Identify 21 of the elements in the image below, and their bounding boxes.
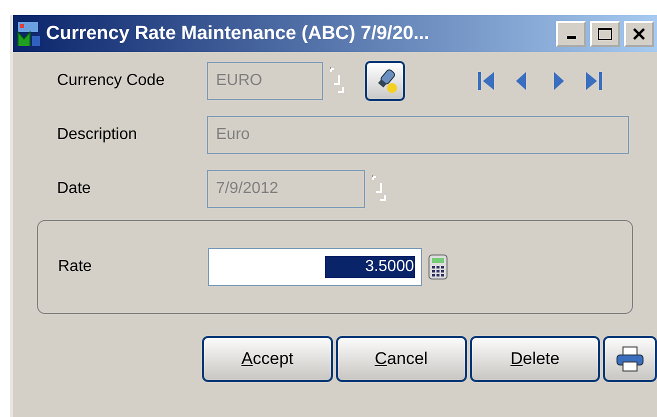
print-button[interactable] — [603, 336, 657, 382]
field-label: Description — [57, 126, 138, 144]
calculator-icon[interactable] — [428, 254, 448, 280]
last-record-icon[interactable] — [583, 69, 605, 93]
close-button[interactable] — [624, 20, 654, 46]
minimize-button[interactable] — [556, 20, 586, 46]
field-label: Rate — [58, 258, 93, 276]
rate-field[interactable]: 3.5000 — [208, 248, 422, 286]
minimize-icon — [566, 36, 576, 39]
maximize-icon — [597, 26, 613, 40]
printer-icon — [615, 345, 646, 373]
action-button[interactable]: Accept — [202, 336, 333, 382]
window-title: Currency Rate Maintenance (ABC) 7/9/20... — [46, 22, 430, 44]
field-label: Date — [57, 180, 92, 198]
app-icon — [16, 20, 42, 48]
action-button[interactable]: Cancel — [336, 336, 467, 382]
action-button[interactable]: Delete — [470, 336, 600, 382]
close-icon — [632, 26, 646, 40]
field-label: Currency Code — [57, 72, 166, 90]
first-record-icon[interactable] — [475, 69, 497, 93]
maximize-button[interactable] — [590, 20, 620, 46]
